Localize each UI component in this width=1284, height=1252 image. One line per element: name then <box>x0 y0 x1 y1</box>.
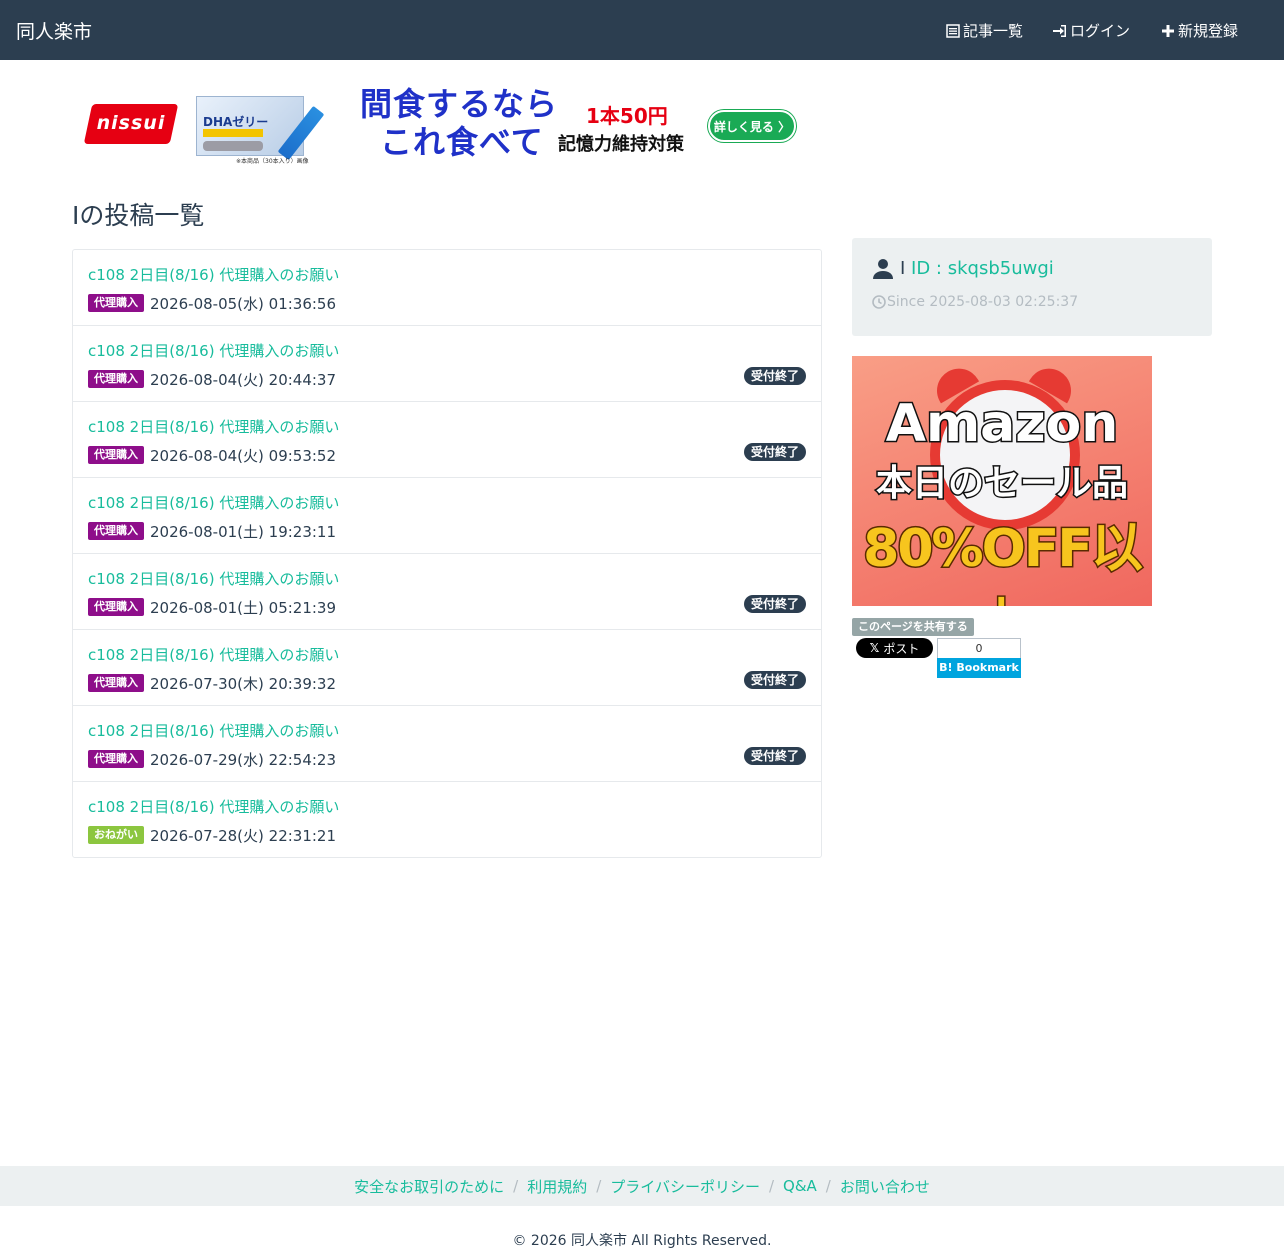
status-badge: 受付終了 <box>743 671 806 689</box>
plus-icon <box>1162 24 1174 37</box>
post-row: c108 2日目(8/16) 代理購入のお願い 代理購入 2026-07-30(木)… <box>73 630 821 706</box>
status-badge: 受付終了 <box>743 443 806 461</box>
category-badge: 代理購入 <box>88 294 144 312</box>
footer-link[interactable]: 利用規約 <box>527 1176 587 1197</box>
post-row: c108 2日目(8/16) 代理購入のお願い 代理購入 2026-08-04(火)… <box>73 326 821 402</box>
ad-headline-2: これ食べて <box>380 123 544 161</box>
user-profile-card: I ID : skqsb5uwgi Since 2025-08-03 02:25… <box>852 238 1212 336</box>
hatena-bookmark-count: 0 <box>937 638 1021 658</box>
post-row: c108 2日目(8/16) 代理購入のお願い 代理購入 2026-08-04(火)… <box>73 402 821 478</box>
status-badge: 受付終了 <box>743 367 806 385</box>
amazon-ad-line-2: 本日のセール品 <box>874 462 1129 506</box>
status-badge: 受付終了 <box>743 747 806 765</box>
post-date: 2026-07-28(火) 22:31:21 <box>150 827 337 845</box>
nav-register[interactable]: 新規登録 <box>1160 20 1238 41</box>
list-icon <box>946 23 960 38</box>
hatena-bookmark-button[interactable]: B! Bookmark <box>937 658 1021 678</box>
post-date: 2026-07-30(木) 20:39:32 <box>150 675 337 693</box>
footer-link[interactable]: プライバシーポリシー <box>610 1176 760 1197</box>
post-date: 2026-07-29(水) 22:54:23 <box>150 751 337 769</box>
ad-headline-1: 間食するなら <box>360 85 559 123</box>
post-title-link[interactable]: c108 2日目(8/16) 代理購入のお願い <box>88 796 339 817</box>
x-post-label: ポスト <box>883 641 920 656</box>
nav-register-label: 新規登録 <box>1178 22 1239 40</box>
category-badge: おねがい <box>88 826 144 844</box>
post-date: 2026-08-05(水) 01:36:56 <box>150 295 337 313</box>
amazon-ad-line-1: Amazon <box>884 393 1120 456</box>
post-date: 2026-08-04(火) 20:44:37 <box>150 371 337 389</box>
post-title-link[interactable]: c108 2日目(8/16) 代理購入のお願い <box>88 340 339 361</box>
status-badge: 受付終了 <box>743 595 806 613</box>
nav-login-label: ログイン <box>1070 22 1131 40</box>
post-title-link[interactable]: c108 2日目(8/16) 代理購入のお願い <box>88 644 339 665</box>
category-badge: 代理購入 <box>88 750 144 768</box>
post-row: c108 2日目(8/16) 代理購入のお願い おねがい 2026-07-28(火)… <box>73 782 821 857</box>
ad-details-button[interactable]: 詳しく見る 〉 <box>708 110 796 142</box>
user-id-link[interactable]: I ID : skqsb5uwgi <box>900 258 1054 279</box>
category-badge: 代理購入 <box>88 446 144 464</box>
footer-separator: / <box>513 1177 519 1195</box>
post-row: c108 2日目(8/16) 代理購入のお願い 代理購入 2026-08-01(土)… <box>73 478 821 554</box>
share-label: このページを共有する <box>852 618 974 636</box>
nav-articles[interactable]: 記事一覧 <box>945 20 1023 41</box>
post-date: 2026-08-01(土) 05:21:39 <box>150 599 337 617</box>
ad-subtitle: 記憶力維持対策 <box>558 134 684 155</box>
post-title-link[interactable]: c108 2日目(8/16) 代理購入のお願い <box>88 720 339 741</box>
category-badge: 代理購入 <box>88 522 144 540</box>
post-list: c108 2日目(8/16) 代理購入のお願い 代理購入 2026-08-05(水)… <box>72 249 822 858</box>
category-badge: 代理購入 <box>88 598 144 616</box>
post-title-link[interactable]: c108 2日目(8/16) 代理購入のお願い <box>88 264 339 285</box>
footer-link[interactable]: Q&A <box>783 1177 817 1195</box>
user-since: Since 2025-08-03 02:25:37 <box>887 294 1079 310</box>
nav-articles-label: 記事一覧 <box>963 22 1024 40</box>
post-row: c108 2日目(8/16) 代理購入のお願い 代理購入 2026-07-29(水)… <box>73 706 821 782</box>
category-badge: 代理購入 <box>88 370 144 388</box>
footer-separator: / <box>768 1177 775 1195</box>
post-date: 2026-08-04(火) 09:53:52 <box>150 447 337 465</box>
post-date: 2026-08-01(土) 19:23:11 <box>150 523 337 541</box>
post-title-link[interactable]: c108 2日目(8/16) 代理購入のお願い <box>88 416 339 437</box>
footer-link[interactable]: 安全なお取引のために <box>354 1176 504 1197</box>
footer-links: 安全なお取引のために / 利用規約 / プライバシーポリシー / Q&A / お問い合わせ <box>0 1166 1284 1206</box>
category-badge: 代理購入 <box>88 674 144 692</box>
clock-icon <box>872 295 886 309</box>
footer-separator: / <box>825 1177 831 1195</box>
post-title-link[interactable]: c108 2日目(8/16) 代理購入のお願い <box>88 568 339 589</box>
page-title: Iの投稿一覧 <box>72 201 205 230</box>
post-row: c108 2日目(8/16) 代理購入のお願い 代理購入 2026-08-01(土)… <box>73 554 821 630</box>
login-icon <box>1053 24 1066 37</box>
amazon-sale-ad[interactable]: Amazon 本日のセール品 80%OFF以上 <box>852 356 1152 606</box>
copyright: © 2026 同人楽市 All Rights Reserved. <box>512 1233 772 1249</box>
post-title-link[interactable]: c108 2日目(8/16) 代理購入のお願い <box>88 492 339 513</box>
ad-note: ※本商品（30本入り）画像 <box>236 158 309 165</box>
x-post-button[interactable]: 𝕏 ポスト <box>856 638 933 658</box>
post-row: c108 2日目(8/16) 代理購入のお願い 代理購入 2026-08-05(水)… <box>73 250 821 326</box>
top-banner-ad[interactable]: nissui DHAゼリー ※本商品（30本入り）画像 間食するなら これ食べて… <box>76 84 802 168</box>
footer-link[interactable]: お問い合わせ <box>840 1176 930 1197</box>
nav-login[interactable]: ログイン <box>1052 20 1130 41</box>
brand-link[interactable]: 同人楽市 <box>16 17 92 44</box>
footer-separator: / <box>596 1177 602 1195</box>
nissui-logo: nissui <box>83 100 179 146</box>
navbar: 同人楽市 記事一覧 ログイン 新規登録 <box>0 0 1284 60</box>
ad-price: 1本50円 <box>586 104 668 128</box>
x-icon: 𝕏 <box>869 641 880 655</box>
amazon-ad-line-3: 80%OFF以上 <box>862 518 1145 607</box>
user-id-text: ID : skqsb5uwgi <box>905 258 1054 279</box>
user-icon <box>873 259 893 279</box>
